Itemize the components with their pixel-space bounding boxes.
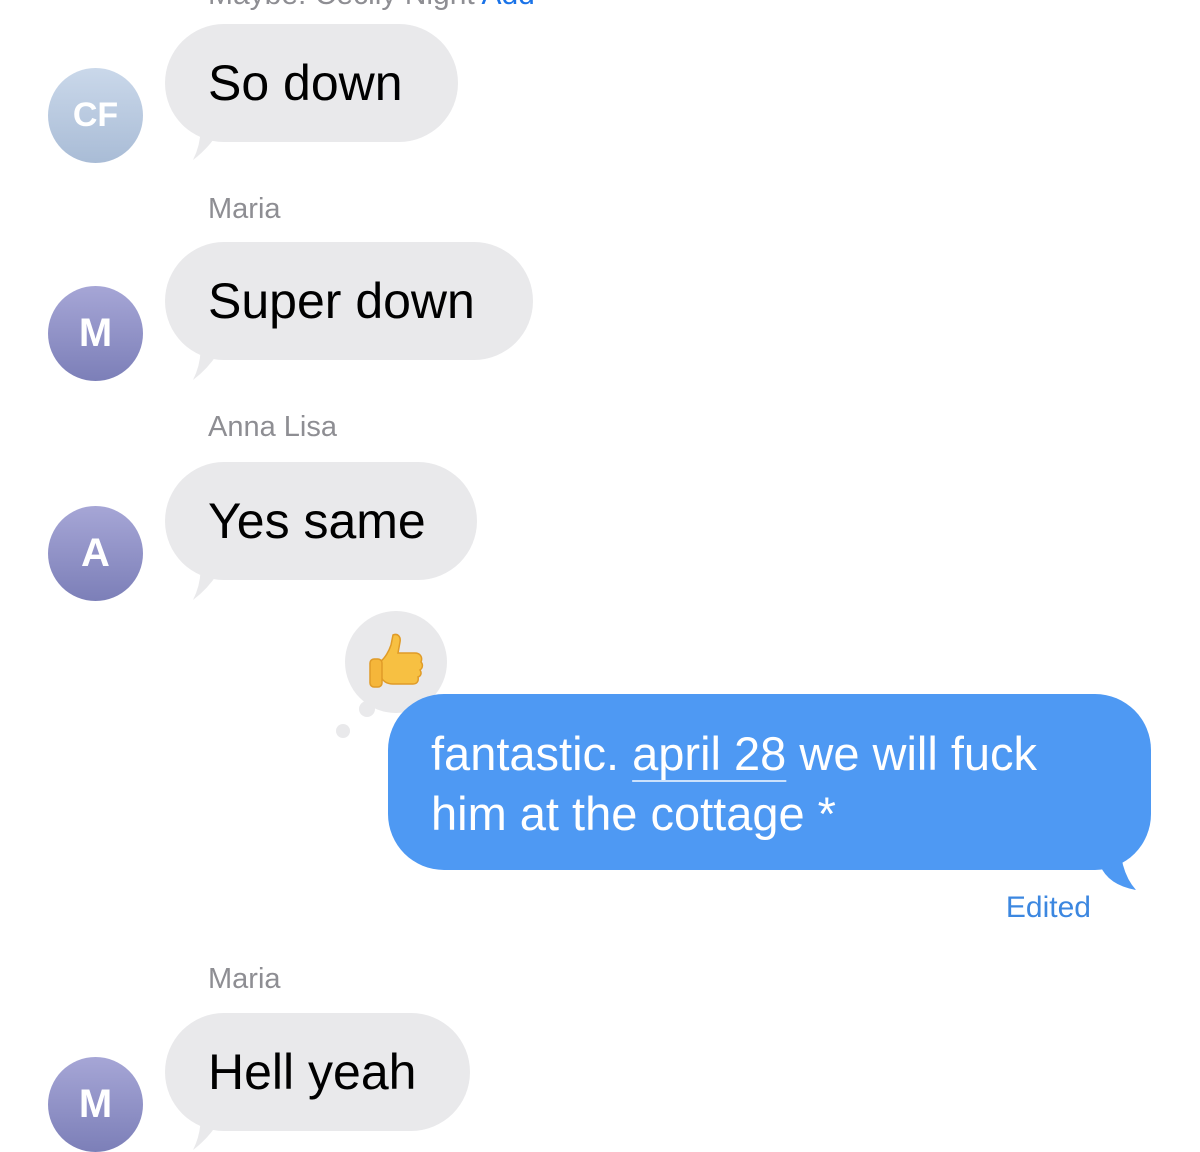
message-bubble-incoming[interactable]: So down bbox=[165, 24, 458, 142]
tapback-bubble-dot bbox=[359, 701, 375, 717]
message-text: fantastic. bbox=[431, 727, 633, 780]
message-bubble-incoming[interactable]: Hell yeah bbox=[165, 1013, 470, 1131]
message-bubble-incoming[interactable]: Yes same bbox=[165, 462, 477, 580]
avatar-maria[interactable]: M bbox=[48, 286, 143, 381]
sender-name-anna-lisa: Anna Lisa bbox=[208, 411, 337, 443]
message-text: Yes same bbox=[208, 493, 426, 549]
date-link[interactable]: april 28 bbox=[632, 727, 786, 780]
message-text: So down bbox=[208, 55, 403, 111]
message-text: Super down bbox=[208, 273, 475, 329]
avatar-anna-lisa[interactable]: A bbox=[48, 506, 143, 601]
tapback-bubble-dot bbox=[336, 724, 350, 738]
thumbs-up-icon bbox=[369, 633, 424, 688]
clipped-header-text: Maybe: Cecily Night Add bbox=[208, 0, 535, 12]
message-bubble-outgoing[interactable]: fantastic. april 28 we will fuck him at … bbox=[388, 694, 1151, 870]
avatar-cf[interactable]: CF bbox=[48, 68, 143, 163]
message-bubble-incoming[interactable]: Super down bbox=[165, 242, 533, 360]
sender-name-maria: Maria bbox=[208, 193, 281, 225]
edited-label[interactable]: Edited bbox=[1006, 891, 1091, 925]
avatar-maria[interactable]: M bbox=[48, 1057, 143, 1152]
clipped-add-link[interactable]: Add bbox=[481, 0, 534, 11]
clipped-status-text: Maybe: Cecily Night bbox=[208, 0, 475, 11]
message-text: Hell yeah bbox=[208, 1044, 417, 1100]
sender-name-maria: Maria bbox=[208, 963, 281, 995]
